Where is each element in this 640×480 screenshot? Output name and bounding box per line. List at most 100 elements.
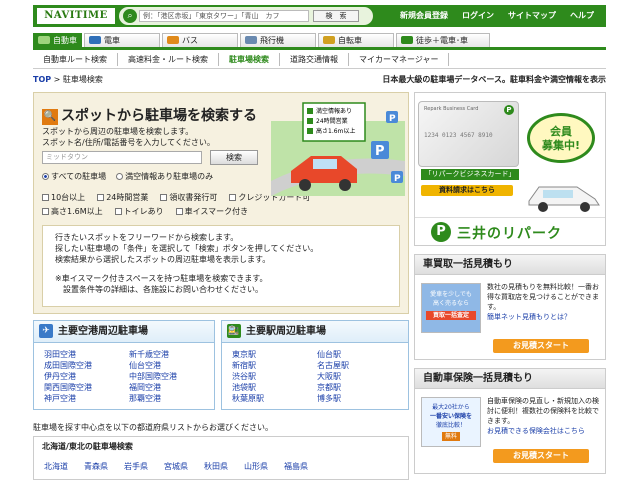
parking-illustration: 満空情報あり 24時間営業 高さ1.6m以上 P P P — [271, 102, 405, 196]
page-tagline: 日本最大級の駐車場データベース。駐車料金や満空情報を表示 — [382, 75, 606, 84]
check-height[interactable]: 高さ1.6M以上 — [42, 205, 103, 219]
region-instruction: 駐車場を探す中心点を以下の都道府県リストからお選びください。 — [33, 423, 273, 432]
station-list: 東京駅 仙台駅 新宿駅 名古屋駅 渋谷駅 大阪駅 池袋駅 京都駅 秋葉原駅 博多… — [232, 349, 402, 404]
car-buy-estimate-box: 車買取一括見積もり 愛車を少しでも 高く売るなら 買取一括査定 数社の見積もりを… — [414, 254, 606, 360]
car-insurance-estimate-box: 自動車保険一括見積もり 最大20社から 一番安い保険を 徹底比較！ 無料 自動車… — [414, 368, 606, 474]
tab-walk-train-car[interactable]: 徒歩＋電車･車 — [396, 33, 490, 47]
svg-text:P: P — [394, 174, 401, 184]
station-panel-title: 主要駅周辺駐車場 — [246, 326, 326, 337]
spot-search-button[interactable]: 検索 — [210, 150, 258, 165]
region-search-box: 北海道/東北の駐車場検索 北海道 青森県 岩手県 宮城県 秋田県 山形県 福島県 — [33, 436, 409, 480]
panel-description: スポットから周辺の駐車場を検索します。 スポット名/住所/電話番号を入力してくだ… — [42, 127, 215, 147]
station-parking-panel: 🚉 主要駅周辺駐車場 東京駅 仙台駅 新宿駅 名古屋駅 渋谷駅 大阪駅 池袋駅 京… — [221, 320, 409, 410]
station-link[interactable]: 名古屋駅 — [317, 360, 402, 371]
airport-link[interactable]: 神戸空港 — [44, 393, 129, 404]
repark-ad[interactable]: Repark Business Card P 1234 0123 4567 89… — [414, 92, 606, 246]
car-buy-start-button[interactable]: お見積スタート — [493, 339, 589, 353]
prefecture-link[interactable]: 宮城県 — [164, 461, 188, 472]
header-search: ⌕ 例：「港区赤坂」「東京タワー」「青山 カフ 検 索 — [119, 7, 373, 25]
check-wheelchair[interactable]: 車イスマーク付き — [175, 205, 248, 219]
car-buy-link[interactable]: 簡単ネット見積もりとは？ — [487, 312, 601, 322]
spot-search-input[interactable]: ミッドタウン — [42, 151, 202, 164]
legend-height: 高さ1.6m以上 — [316, 127, 355, 135]
parking-filter-radios: すべての駐車場 満空情報あり駐車場のみ — [42, 171, 213, 182]
spot-search-panel: 🔍 スポットから駐車場を検索する スポットから周辺の駐車場を検索します。 スポット… — [33, 92, 409, 314]
insurance-banner[interactable]: 最大20社から 一番安い保険を 徹底比較！ 無料 — [421, 397, 481, 447]
breadcrumb-top[interactable]: TOP — [33, 75, 51, 84]
radio-unselected — [116, 173, 124, 180]
breadcrumb: TOP > 駐車場検索 — [33, 75, 103, 84]
airport-link[interactable]: 仙台空港 — [129, 360, 214, 371]
station-link[interactable]: 大阪駅 — [317, 371, 402, 382]
airport-link[interactable]: 福岡空港 — [129, 382, 214, 393]
prefecture-link[interactable]: 福島県 — [284, 461, 308, 472]
airport-link[interactable]: 中部国際空港 — [129, 371, 214, 382]
transport-tabs: 自動車 電車 バス 飛行機 自転車 徒歩＋電車･車 — [33, 33, 606, 50]
prefecture-link[interactable]: 青森県 — [84, 461, 108, 472]
tab-train[interactable]: 電車 — [84, 33, 160, 47]
prefecture-link[interactable]: 秋田県 — [204, 461, 228, 472]
request-docs-button[interactable]: 資料請求はこちら — [421, 185, 513, 196]
header-search-button[interactable]: 検 索 — [313, 10, 359, 22]
check-toilet[interactable]: トイレあり — [114, 205, 164, 219]
airplane-icon: ✈ — [39, 324, 53, 338]
subnav-parking-search[interactable]: 駐車場検索 — [219, 53, 280, 66]
car-illustration — [528, 186, 600, 212]
station-link[interactable]: 新宿駅 — [232, 360, 317, 371]
nav-help[interactable]: ヘルプ — [570, 5, 594, 27]
airport-link[interactable]: 成田国際空港 — [44, 360, 129, 371]
radio-all-parking[interactable]: すべての駐車場 — [42, 171, 106, 182]
bus-icon — [167, 36, 179, 44]
prefecture-link[interactable]: 北海道 — [44, 461, 68, 472]
header-search-input[interactable]: 例：「港区赤坂」「東京タワー」「青山 カフ — [139, 10, 309, 22]
magnifier-icon: 🔍 — [42, 109, 58, 125]
legend-vacancy: 満空情報あり — [316, 107, 352, 115]
prefecture-link[interactable]: 岩手県 — [124, 461, 148, 472]
airport-link[interactable]: 伊丹空港 — [44, 371, 129, 382]
tab-car[interactable]: 自動車 — [33, 33, 82, 47]
airport-parking-panel: ✈ 主要空港周辺駐車場 羽田空港 新千歳空港 成田国際空港 仙台空港 伊丹空港 中… — [33, 320, 215, 410]
tab-bus[interactable]: バス — [162, 33, 238, 47]
search-help-text: 行きたいスポットをフリーワードから検索します。 探したい駐車場の「条件」を選択し… — [42, 225, 400, 307]
station-link[interactable]: 秋葉原駅 — [232, 393, 317, 404]
subnav-mycar-manager[interactable]: マイカーマネージャー — [349, 53, 450, 66]
insurance-start-button[interactable]: お見積スタート — [493, 449, 589, 463]
train-icon: 🚉 — [227, 324, 241, 338]
nav-register[interactable]: 新規会員登録 — [400, 5, 448, 27]
check-10-cars[interactable]: 10台以上 — [42, 191, 85, 205]
tab-bicycle[interactable]: 自転車 — [318, 33, 394, 47]
station-link[interactable]: 東京駅 — [232, 349, 317, 360]
station-link[interactable]: 京都駅 — [317, 382, 402, 393]
subnav-car-route[interactable]: 自動車ルート検索 — [33, 53, 118, 66]
subnav-traffic-info[interactable]: 道路交通情報 — [280, 53, 349, 66]
radio-vacancy-only[interactable]: 満空情報あり駐車場のみ — [116, 171, 213, 182]
svg-text:P: P — [389, 114, 396, 124]
station-link[interactable]: 博多駅 — [317, 393, 402, 404]
car-insurance-title: 自動車保険一括見積もり — [415, 369, 605, 389]
station-link[interactable]: 渋谷駅 — [232, 371, 317, 382]
prefecture-link[interactable]: 山形県 — [244, 461, 268, 472]
airport-link[interactable]: 関西国際空港 — [44, 382, 129, 393]
member-recruit-bubble: 会員 募集中! — [527, 113, 595, 163]
check-24h[interactable]: 24時間営業 — [97, 191, 148, 205]
check-receipt[interactable]: 領収書発行可 — [160, 191, 217, 205]
station-link[interactable]: 池袋駅 — [232, 382, 317, 393]
subnav-highway-fee[interactable]: 高速料金・ルート検索 — [118, 53, 219, 66]
airport-link[interactable]: 那覇空港 — [129, 393, 214, 404]
car-subnav: 自動車ルート検索 高速料金・ルート検索 駐車場検索 道路交通情報 マイカーマネー… — [33, 53, 606, 66]
business-card-image: Repark Business Card P 1234 0123 4567 89… — [418, 101, 519, 167]
airport-link[interactable]: 新千歳空港 — [129, 349, 214, 360]
divider — [33, 68, 606, 69]
airport-link[interactable]: 羽田空港 — [44, 349, 129, 360]
car-buy-banner[interactable]: 愛車を少しでも 高く売るなら 買取一括査定 — [421, 283, 481, 333]
search-icon: ⌕ — [123, 9, 137, 23]
radio-selected — [42, 173, 49, 180]
navitime-logo[interactable]: NAVITIME — [37, 8, 115, 24]
airport-list: 羽田空港 新千歳空港 成田国際空港 仙台空港 伊丹空港 中部国際空港 関西国際空… — [44, 349, 214, 404]
station-link[interactable]: 仙台駅 — [317, 349, 402, 360]
nav-sitemap[interactable]: サイトマップ — [508, 5, 556, 27]
nav-login[interactable]: ログイン — [462, 5, 494, 27]
insurance-companies-link[interactable]: お見積できる保険会社はこちら — [487, 426, 601, 436]
tab-airplane[interactable]: 飛行機 — [240, 33, 316, 47]
card-label: 「リパークビジネスカード」 — [421, 169, 519, 180]
